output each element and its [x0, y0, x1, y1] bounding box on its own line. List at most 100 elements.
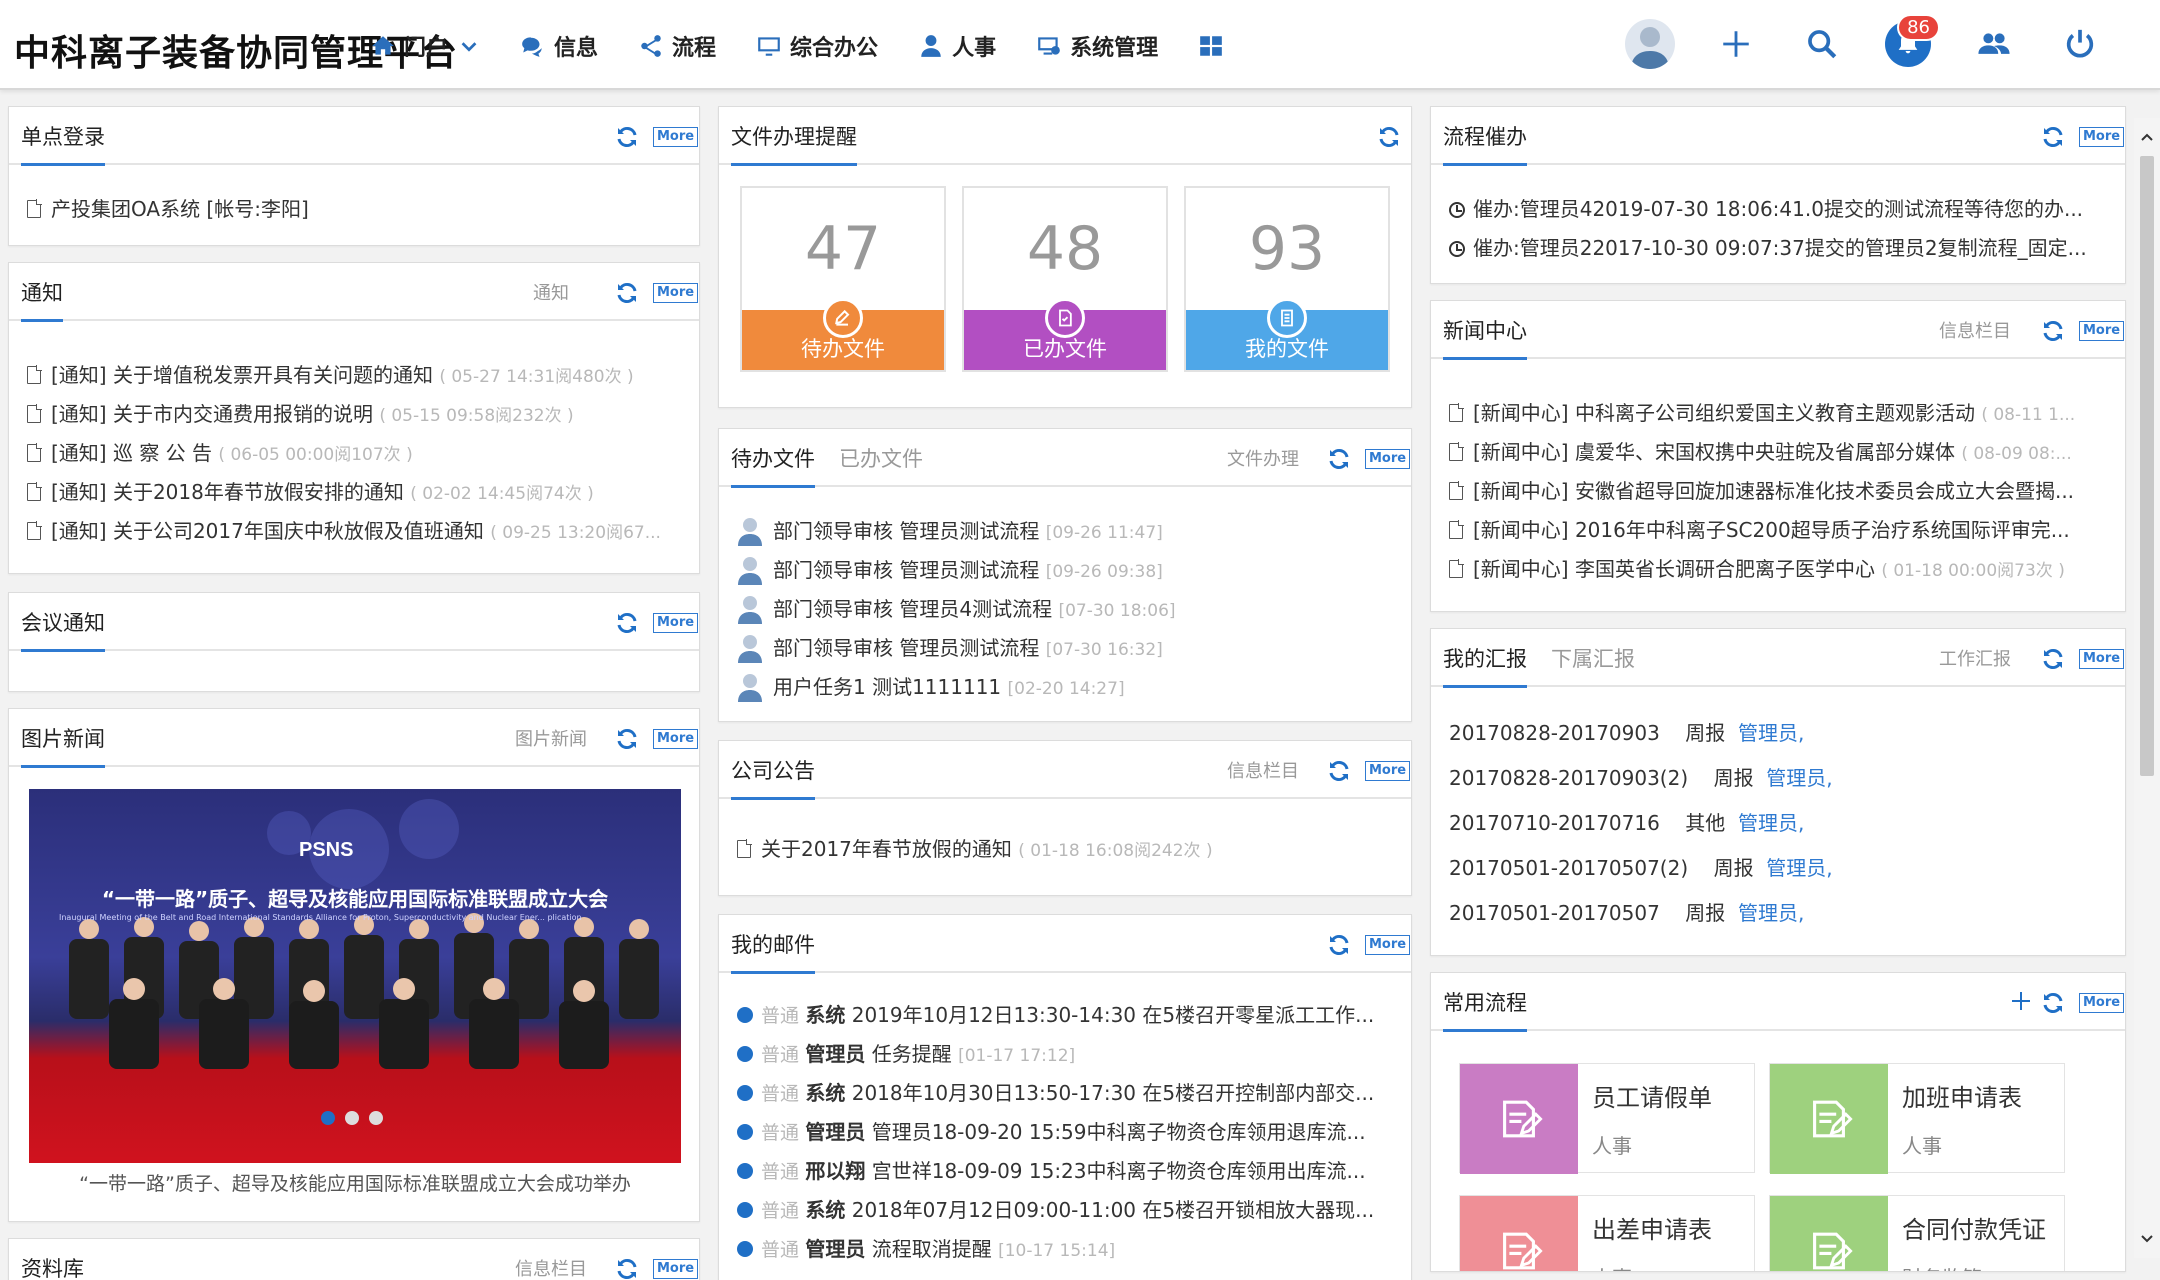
refresh-icon[interactable]	[615, 281, 639, 305]
logout-button[interactable]	[2050, 14, 2110, 74]
list-item[interactable]: 产投集团OA系统 [帐号:李阳]	[27, 193, 677, 222]
list-item[interactable]: 关于2017年春节放假的通知 ( 01-18 16:08阅242次 )	[737, 833, 1397, 862]
mail-item[interactable]: 普通 系统 2019年10月12日13:30-14:30 在5楼召开零星派工工作…	[737, 999, 1409, 1028]
flow-tile[interactable]: 员工请假单 人事	[1459, 1063, 1755, 1174]
mail-item[interactable]: 普通 系统 2018年07月12日09:00-11:00 在5楼召开锁相放大器现…	[737, 1194, 1409, 1223]
refresh-icon[interactable]	[2041, 991, 2065, 1015]
nav-info[interactable]: 信息	[520, 30, 598, 62]
contacts-button[interactable]	[1964, 14, 2024, 74]
tab-my-report[interactable]: 我的汇报	[1443, 643, 1527, 688]
more-button[interactable]: More	[653, 613, 699, 633]
more-button[interactable]: More	[2079, 993, 2125, 1013]
mail-item[interactable]: 普通 系统 2018年10月30日13:50-17:30 在5楼召开控制部内部交…	[737, 1077, 1409, 1106]
panel-category[interactable]: 图片新闻	[515, 725, 587, 751]
photo-caption[interactable]: “一带一路”质子、超导及核能应用国际标准联盟成立大会成功举办	[29, 1169, 681, 1196]
list-item[interactable]: [新闻中心] 李国英省长调研合肥离子医学中心 ( 01-18 00:00阅73次…	[1449, 553, 2113, 582]
list-item[interactable]: [新闻中心] 中科离子公司组织爱国主义教育主题观影活动 ( 08-11 1...	[1449, 397, 2113, 426]
list-item[interactable]: [通知] 巡 察 公 告 ( 06-05 00:00阅107次 )	[27, 437, 687, 466]
carousel-dot[interactable]	[345, 1111, 359, 1125]
search-button[interactable]	[1792, 14, 1852, 74]
list-item[interactable]: 用户任务1 测试1111111 [02-20 14:27]	[737, 671, 1397, 702]
nav-apps[interactable]	[1198, 33, 1232, 59]
more-button[interactable]: More	[1365, 761, 1411, 781]
page-scrollbar[interactable]	[2134, 118, 2160, 1258]
stat-done[interactable]: 48 已办文件	[962, 186, 1168, 372]
document-icon	[27, 482, 42, 501]
list-item[interactable]: [新闻中心] 2016年中科离子SC200超导质子治疗系统国际评审完...	[1449, 514, 2113, 543]
stat-mine[interactable]: 93 我的文件	[1184, 186, 1390, 372]
list-item[interactable]: [通知] 关于2018年春节放假安排的通知 ( 02-02 14:45阅74次 …	[27, 476, 687, 505]
refresh-icon[interactable]	[2041, 647, 2065, 671]
panel-category[interactable]: 工作汇报	[1939, 645, 2011, 671]
tab-todo[interactable]: 待办文件	[731, 443, 815, 488]
list-item[interactable]: [新闻中心] 安徽省超导回旋加速器标准化技术委员会成立大会暨揭...	[1449, 475, 2113, 504]
flow-tile[interactable]: 合同付款凭证 财务监管	[1769, 1195, 2065, 1271]
panel-category[interactable]: 信息栏目	[515, 1255, 587, 1280]
scroll-down-icon[interactable]	[2140, 1232, 2154, 1246]
nav-portal[interactable]: 门户	[370, 30, 480, 62]
list-item[interactable]: 部门领导审核 管理员测试流程 [09-26 09:38]	[737, 554, 1397, 585]
more-button[interactable]: More	[653, 1259, 699, 1279]
panel-category[interactable]: 信息栏目	[1227, 757, 1299, 783]
nav-office[interactable]: 综合办公	[756, 30, 878, 62]
refresh-icon[interactable]	[1327, 933, 1351, 957]
panel-category[interactable]: 文件办理	[1227, 445, 1299, 471]
list-item[interactable]: [通知] 关于增值税发票开具有关问题的通知 ( 05-27 14:31阅480次…	[27, 359, 687, 388]
carousel-dot[interactable]	[369, 1111, 383, 1125]
flow-tile[interactable]: 加班申请表 人事	[1769, 1063, 2065, 1174]
nav-hr[interactable]: 人事	[918, 30, 996, 62]
report-row[interactable]: 20170501-20170507(2) 周报 管理员,	[1449, 852, 2113, 881]
tab-done[interactable]: 已办文件	[839, 443, 923, 473]
scrollbar-thumb[interactable]	[2140, 156, 2154, 776]
user-avatar[interactable]	[1620, 14, 1680, 74]
refresh-icon[interactable]	[2041, 125, 2065, 149]
plus-icon[interactable]	[2009, 989, 2033, 1013]
mail-item[interactable]: 普通 管理员 管理员18-09-20 15:59中科离子物资仓库领用退库流...	[737, 1116, 1409, 1145]
carousel-dot-active[interactable]	[321, 1111, 335, 1125]
report-row[interactable]: 20170501-20170507 周报 管理员,	[1449, 897, 2113, 926]
refresh-icon[interactable]	[615, 125, 639, 149]
more-button[interactable]: More	[1365, 449, 1411, 469]
refresh-icon[interactable]	[1327, 447, 1351, 471]
list-item[interactable]: 部门领导审核 管理员测试流程 [09-26 11:47]	[737, 515, 1397, 546]
refresh-icon[interactable]	[1327, 759, 1351, 783]
more-button[interactable]: More	[653, 127, 699, 147]
more-button[interactable]: More	[2079, 649, 2125, 669]
more-button[interactable]: More	[653, 283, 699, 303]
more-button[interactable]: More	[1365, 935, 1411, 955]
mail-item[interactable]: 普通 管理员 任务提醒 [01-17 17:12]	[737, 1038, 1409, 1067]
more-button[interactable]: More	[2079, 127, 2125, 147]
report-row[interactable]: 20170710-20170716 其他 管理员,	[1449, 807, 2113, 836]
more-button[interactable]: More	[653, 729, 699, 749]
nav-system[interactable]: 系统管理	[1036, 30, 1158, 62]
list-item[interactable]: 部门领导审核 管理员4测试流程 [07-30 18:06]	[737, 593, 1397, 624]
refresh-icon[interactable]	[1377, 125, 1401, 149]
mail-item[interactable]: 普通 邢以翔 宫世祥18-09-09 15:23中科离子物资仓库领用出库流...	[737, 1155, 1409, 1184]
list-item[interactable]: [新闻中心] 虞爱华、宋国权携中央驻皖及省属部分媒体 ( 08-09 08:..…	[1449, 436, 2113, 465]
list-item[interactable]: [通知] 关于市内交通费用报销的说明 ( 05-15 09:58阅232次 )	[27, 398, 687, 427]
list-item[interactable]: 催办:管理员22017-10-30 09:07:37提交的管理员2复制流程_固定…	[1449, 232, 2113, 261]
panel-category[interactable]: 信息栏目	[1939, 317, 2011, 343]
list-item[interactable]: 部门领导审核 管理员测试流程 [07-30 16:32]	[737, 632, 1397, 663]
list-item[interactable]: 催办:管理员42019-07-30 18:06:41.0提交的测试流程等待您的办…	[1449, 193, 2113, 222]
refresh-icon[interactable]	[2041, 319, 2065, 343]
refresh-icon[interactable]	[615, 1257, 639, 1280]
flow-tile[interactable]: 出差申请表 人事	[1459, 1195, 1755, 1271]
more-button[interactable]: More	[2079, 321, 2125, 341]
panel-title: 资料库	[21, 1253, 84, 1280]
panel-category[interactable]: 通知	[533, 279, 569, 305]
refresh-icon[interactable]	[615, 611, 639, 635]
photo-carousel[interactable]: PSNS “一带一路”质子、超导及核能应用国际标准联盟成立大会 Inaugura…	[29, 789, 681, 1163]
report-row[interactable]: 20170828-20170903(2) 周报 管理员,	[1449, 762, 2113, 791]
notification-button[interactable]: 86	[1878, 14, 1940, 74]
mail-item[interactable]: 普通 管理员 流程取消提醒 [10-17 15:14]	[737, 1233, 1409, 1262]
nav-flow[interactable]: 流程	[638, 30, 716, 62]
list-item[interactable]: [通知] 关于公司2017年国庆中秋放假及值班通知 ( 09-25 13:20阅…	[27, 515, 687, 544]
report-row[interactable]: 20170828-20170903 周报 管理员,	[1449, 717, 2113, 746]
scroll-up-icon[interactable]	[2140, 130, 2154, 144]
tab-sub-report[interactable]: 下属汇报	[1551, 643, 1635, 673]
stat-pending[interactable]: 47 待办文件	[740, 186, 946, 372]
notification-badge: 86	[1897, 14, 1940, 41]
add-button[interactable]	[1706, 14, 1766, 74]
refresh-icon[interactable]	[615, 727, 639, 751]
